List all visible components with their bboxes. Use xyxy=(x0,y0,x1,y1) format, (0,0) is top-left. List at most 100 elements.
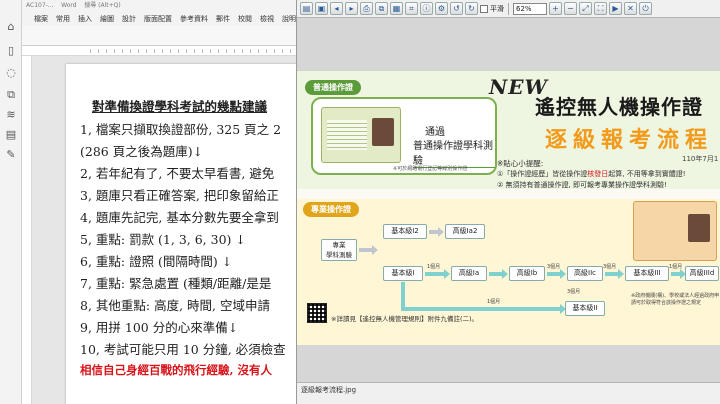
doc-red-line: 相信自己身經百戰的飛行經驗, 沒有人 xyxy=(80,363,273,377)
card-pass-text: 通過 xyxy=(425,127,445,138)
label-1m-b: 1個月 xyxy=(669,264,683,270)
label-3m-b: 3個月 xyxy=(603,264,617,270)
smooth-checkbox[interactable]: 平滑 xyxy=(480,4,504,14)
zoom-out-icon[interactable]: − xyxy=(564,2,577,15)
document-icon[interactable]: ▯ xyxy=(4,44,18,58)
word-window: ⌂ ▯ ◌ ⧉ ≋ ▤ ✎ AC107-... Word 搜尋 (Alt+Q) … xyxy=(0,0,300,404)
vertical-ruler xyxy=(22,56,32,404)
desktop: ⌂ ▯ ◌ ⧉ ≋ ▤ ✎ AC107-... Word 搜尋 (Alt+Q) … xyxy=(0,0,720,404)
layers-icon[interactable]: ≋ xyxy=(4,108,18,122)
word-ribbon xyxy=(22,26,300,46)
zoom-select[interactable]: 62% xyxy=(513,2,547,15)
id-card-lines xyxy=(327,120,367,150)
qr-code-icon xyxy=(307,303,327,323)
copy-icon[interactable]: ⧉ xyxy=(4,88,18,102)
viewer-status-bar: 逐級報考流程.jpg xyxy=(297,382,720,404)
tip-2: ② 無須持有普通操作證, 即可報考專業操作證學科測驗! xyxy=(497,181,667,189)
rotate-left-icon[interactable]: ↺ xyxy=(450,2,463,15)
fit-icon[interactable]: ⤢ xyxy=(579,2,592,15)
tip-1-a: ①「操作證經歷」皆從操作證 xyxy=(497,170,588,178)
professional-id-photo-icon xyxy=(688,214,710,242)
horizontal-ruler xyxy=(22,46,300,56)
doc-line-11: 10, 考試可能只用 10 分鐘, 必須檢查 xyxy=(80,342,286,357)
id-photo-icon xyxy=(372,118,394,146)
arrow-i-ia xyxy=(425,269,450,279)
doc-line-10: 9, 用拼 100 分的心來準備↓ xyxy=(80,320,239,335)
box-basic-iii: 基本級III xyxy=(625,266,669,281)
menu-home[interactable]: 常用 xyxy=(52,14,74,24)
left-rail: ⌂ ▯ ◌ ⧉ ≋ ▤ ✎ xyxy=(0,0,22,404)
next-icon[interactable]: ▸ xyxy=(345,2,358,15)
box-adv-iiid: 高級IIId xyxy=(685,266,719,281)
menu-view[interactable]: 檢視 xyxy=(256,14,278,24)
doc-line-7: 6, 重點: 證照 (間隔時間) ↓ xyxy=(80,254,233,269)
doc-line-9: 8, 其他重點: 高度, 時間, 空域申請 xyxy=(80,298,270,313)
pages-icon[interactable]: ▤ xyxy=(4,128,18,142)
doc-line-6: 5, 重點: 罰款 (1, 3, 6, 30) ↓ xyxy=(80,232,246,247)
fullscreen-icon[interactable]: ⛶ xyxy=(594,2,607,15)
flow-title: 遙控無人機操作證 xyxy=(535,95,703,119)
menu-insert[interactable]: 插入 xyxy=(74,14,96,24)
settings-icon[interactable]: ⚙ xyxy=(435,2,448,15)
delete-icon[interactable]: ✕ xyxy=(624,2,637,15)
box-adv-ia2: 高級Ia2 xyxy=(445,224,485,239)
word-title-bar: AC107-... Word 搜尋 (Alt+Q) xyxy=(22,0,300,12)
word-file-name: AC107-... xyxy=(26,2,54,9)
home-icon[interactable]: ⌂ xyxy=(4,20,18,34)
info-icon[interactable]: ⓘ xyxy=(420,2,433,15)
viewer-toolbar: ▤ ▣ ◂ ▸ ⎙ ⧉ ▦ ⌗ ⓘ ⚙ ↺ ↻ 平滑 62% + − ⤢ ⛶ ▶… xyxy=(297,0,720,18)
pen-icon[interactable]: ✎ xyxy=(4,148,18,162)
menu-design[interactable]: 設計 xyxy=(118,14,140,24)
arrow-iii-iiid xyxy=(671,269,686,279)
checkbox-box[interactable] xyxy=(480,4,488,13)
menu-layout[interactable]: 版面配置 xyxy=(140,14,176,24)
box-basic-i: 基本級I xyxy=(383,266,423,281)
general-license-tag: 普通操作證 xyxy=(305,80,361,95)
box-adv-iic: 高級IIc xyxy=(567,266,603,281)
prev-icon[interactable]: ◂ xyxy=(330,2,343,15)
print-icon[interactable]: ⎙ xyxy=(360,2,373,15)
open-icon[interactable]: ▤ xyxy=(300,2,313,15)
word-search-box[interactable]: 搜尋 (Alt+Q) xyxy=(84,2,120,9)
flowchart-image: 普通操作證 通過 普通操作證學科測驗 ※可於網路電行登記等線別操作證 NEW 遙… xyxy=(297,70,720,345)
label-1m-c: 1個月 xyxy=(487,299,501,305)
menu-file[interactable]: 檔案 xyxy=(30,14,52,24)
tip-1-c: 起算, 不用等拿到實體證! xyxy=(608,170,686,178)
connector-down xyxy=(401,282,405,310)
crop-icon[interactable]: ⌗ xyxy=(405,2,418,15)
tip-heading: ※貼心小提醒: xyxy=(497,159,544,168)
menu-review[interactable]: 校閱 xyxy=(234,14,256,24)
arrow-ia-ib xyxy=(489,269,508,279)
doc-line-4: 3, 題庫只看正確答案, 把印象留給正 xyxy=(80,188,279,203)
doc-line-2: (286 頁之後為題庫)↓ xyxy=(80,144,204,159)
id-card-icon xyxy=(321,107,401,163)
smooth-label: 平滑 xyxy=(490,4,504,13)
tip-1: ①「操作證經歷」皆從操作證核發日起算, 不用等拿到實體證! xyxy=(497,169,686,179)
exit-icon[interactable]: ⏻ xyxy=(639,2,652,15)
start-exam-box: 專業 學科測驗 xyxy=(321,239,357,261)
flow-date: 110年7月1 xyxy=(682,155,719,163)
slideshow-icon[interactable]: ▶ xyxy=(609,2,622,15)
rotate-right-icon[interactable]: ↻ xyxy=(465,2,478,15)
card-note: ※可於網路電行登記等線別操作證 xyxy=(393,166,468,172)
label-1m-a: 1個月 xyxy=(427,264,441,270)
flow-subtitle: 逐級報考流程 xyxy=(545,128,714,153)
zoom-in-icon[interactable]: + xyxy=(549,2,562,15)
paste-icon[interactable]: ▦ xyxy=(390,2,403,15)
document-page[interactable]: 對準備換證學科考試的幾點建議 1, 檔案只擷取換證部份, 325 頁之 2 (2… xyxy=(66,64,300,404)
menu-references[interactable]: 參考資料 xyxy=(176,14,212,24)
menu-mailings[interactable]: 郵件 xyxy=(212,14,234,24)
save-icon[interactable]: ▣ xyxy=(315,2,328,15)
menu-draw[interactable]: 繪圖 xyxy=(96,14,118,24)
arrow-ib-iic xyxy=(547,269,566,279)
doc-line-3: 2, 若年紀有了, 不要太早看書, 避免 xyxy=(80,166,275,181)
side-note: ※政府機關(構)、學校或法人經過政府申請可於取得符合該操作證之規定 xyxy=(631,293,720,306)
image-display-area[interactable]: 普通操作證 通過 普通操作證學科測驗 ※可於網路電行登記等線別操作證 NEW 遙… xyxy=(297,18,720,382)
word-menu-bar: 檔案 常用 插入 繪圖 設計 版面配置 參考資料 郵件 校閱 檢視 說明 xyxy=(22,12,300,26)
ruler-ticks xyxy=(90,49,300,53)
tip-1-b: 核發日 xyxy=(587,170,609,178)
word-app-name: Word xyxy=(61,2,77,9)
professional-id-card-icon xyxy=(633,201,717,261)
chat-icon[interactable]: ◌ xyxy=(4,66,18,80)
copy-icon[interactable]: ⧉ xyxy=(375,2,388,15)
